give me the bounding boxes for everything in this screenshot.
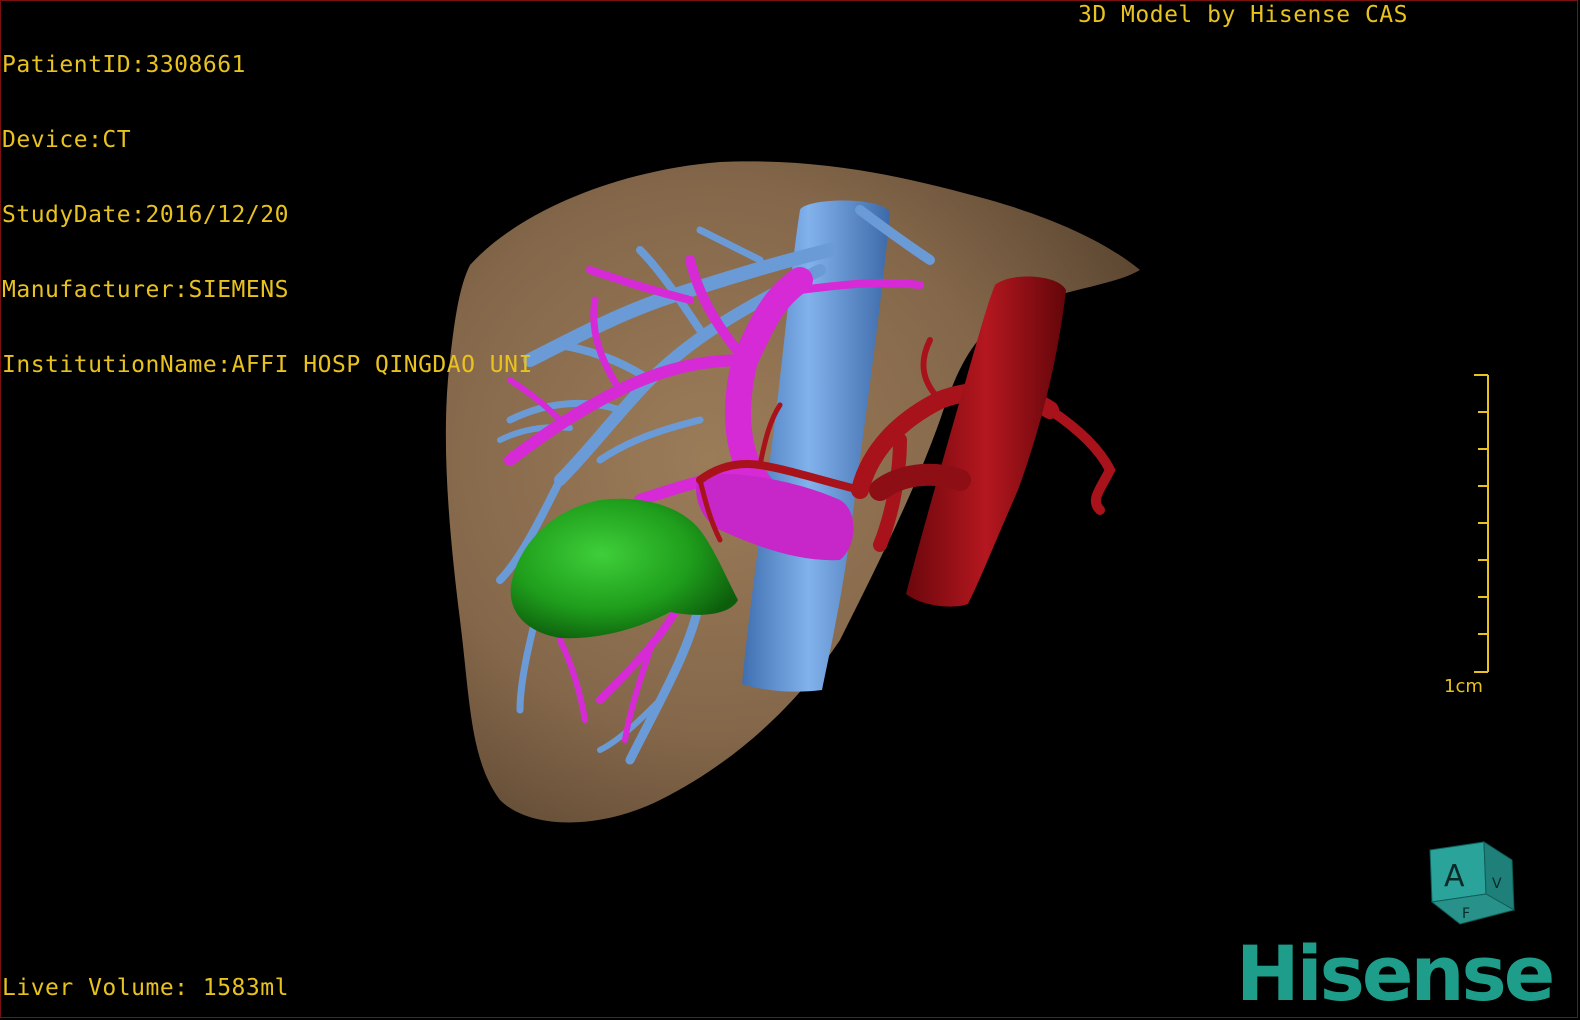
scale-bar: [1474, 374, 1489, 673]
dicom-info-panel: PatientID:3308661 Device:CT StudyDate:20…: [2, 3, 533, 403]
device-type: Device:CT: [2, 127, 132, 153]
vendor-label: 3D Model by Hisense CAS: [1078, 2, 1408, 28]
cube-face-side: V: [1492, 876, 1502, 892]
liver-volume-label: Liver Volume: 1583ml: [2, 975, 289, 1001]
institution-name: InstitutionName:AFFI HOSP QINGDAO UNI: [2, 352, 533, 378]
study-date: StudyDate:2016/12/20: [2, 202, 289, 228]
orientation-cube-icon[interactable]: A V F: [1422, 838, 1518, 930]
scale-label: 1cm: [1444, 676, 1483, 697]
manufacturer: Manufacturer:SIEMENS: [2, 277, 289, 303]
cube-face-bottom: F: [1462, 906, 1470, 922]
patient-id: PatientID:3308661: [2, 52, 246, 78]
celiac-branch: [869, 463, 971, 501]
cube-face-front: A: [1444, 859, 1465, 894]
hisense-logo: Hisense: [1236, 929, 1555, 1018]
